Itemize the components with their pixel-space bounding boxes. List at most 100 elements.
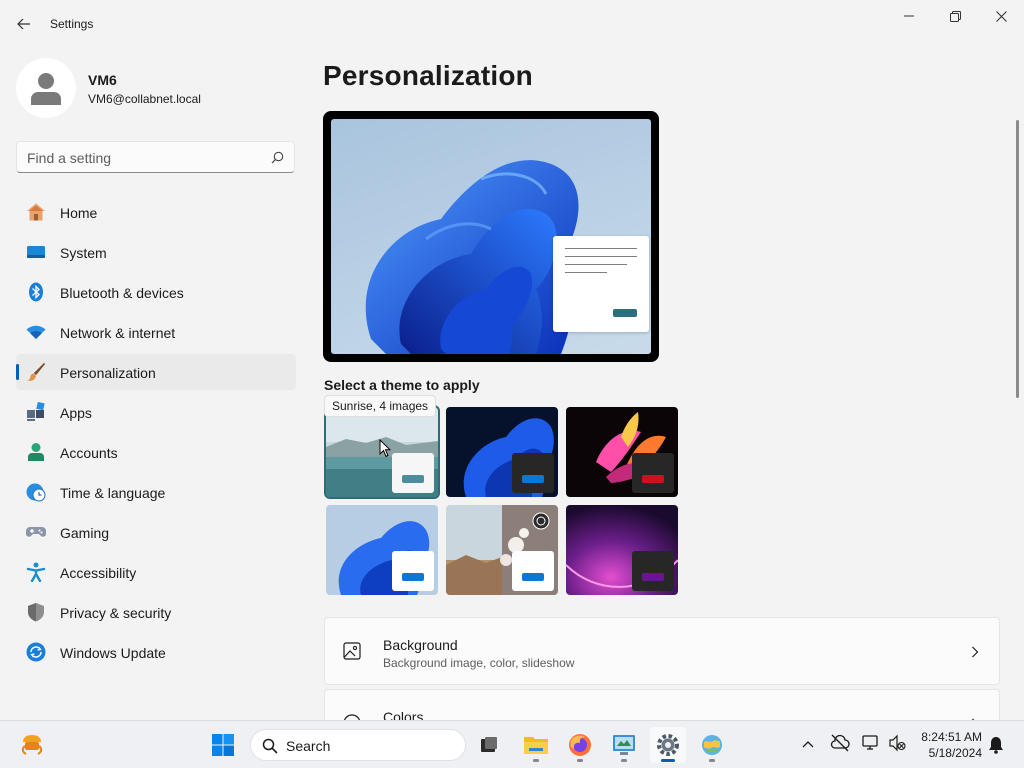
sidebar-item-label: Bluetooth & devices bbox=[60, 285, 184, 301]
theme-windows-dark[interactable] bbox=[446, 407, 558, 497]
sidebar-item-label: System bbox=[60, 245, 107, 261]
preview-accent-button bbox=[613, 309, 637, 317]
theme-preview bbox=[323, 111, 659, 362]
selected-indicator bbox=[16, 364, 19, 380]
sidebar-item-accounts[interactable]: Accounts bbox=[16, 434, 296, 470]
page-title: Personalization bbox=[323, 60, 533, 91]
search-icon bbox=[262, 738, 278, 754]
theme-glow[interactable] bbox=[566, 407, 678, 497]
widgets-icon bbox=[21, 735, 43, 755]
background-setting-card[interactable]: Background Background image, color, slid… bbox=[324, 617, 1000, 685]
back-button[interactable] bbox=[8, 10, 40, 38]
theme-flow[interactable] bbox=[446, 505, 558, 595]
widgets-button[interactable] bbox=[14, 727, 50, 763]
theme-mini-window bbox=[392, 453, 434, 493]
folder-icon bbox=[524, 737, 548, 754]
bluetooth-icon bbox=[29, 282, 43, 302]
accounts-icon bbox=[28, 443, 44, 461]
sidebar-item-home[interactable]: Home bbox=[16, 194, 296, 230]
app-title: Settings bbox=[50, 17, 94, 31]
task-view-button[interactable] bbox=[471, 727, 507, 763]
scrollbar-thumb[interactable] bbox=[1016, 120, 1019, 398]
update-icon bbox=[26, 642, 46, 662]
network-icon[interactable] bbox=[862, 734, 880, 752]
home-icon bbox=[27, 203, 45, 221]
cloud-offline-icon[interactable] bbox=[830, 734, 850, 752]
sidebar-item-label: Home bbox=[60, 205, 98, 221]
taskbar-search-label: Search bbox=[286, 738, 331, 754]
restore-icon bbox=[949, 10, 961, 22]
sidebar-item-personalization[interactable]: Personalization bbox=[16, 354, 296, 390]
shield-icon bbox=[28, 603, 44, 622]
theme-captured-motion[interactable] bbox=[566, 505, 678, 595]
clock-date: 5/18/2024 bbox=[928, 746, 982, 760]
sidebar-item-apps[interactable]: Apps bbox=[16, 394, 296, 430]
profile-name: VM6 bbox=[88, 72, 117, 88]
taskbar-control-panel[interactable] bbox=[606, 727, 642, 763]
gear-icon bbox=[657, 734, 679, 756]
sidebar-nav: Home System Bluetooth & devices Network … bbox=[16, 194, 296, 674]
theme-mini-window bbox=[512, 453, 554, 493]
system-icon bbox=[27, 246, 45, 258]
sidebar-item-time-language[interactable]: Time & language bbox=[16, 474, 296, 510]
apps-icon bbox=[27, 402, 45, 421]
sidebar-item-label: Windows Update bbox=[60, 645, 166, 661]
task-view-icon bbox=[481, 737, 497, 752]
search-icon[interactable] bbox=[271, 151, 284, 164]
clock-time: 8:24:51 AM bbox=[921, 730, 982, 744]
preview-wallpaper bbox=[331, 119, 651, 354]
taskbar-search[interactable]: Search bbox=[250, 729, 466, 761]
sidebar-item-label: Time & language bbox=[60, 485, 166, 501]
theme-section-label: Select a theme to apply bbox=[324, 377, 480, 393]
settings-search-box[interactable] bbox=[16, 141, 295, 173]
start-button[interactable] bbox=[205, 727, 241, 763]
globe-app-icon bbox=[702, 735, 722, 755]
theme-tooltip: Sunrise, 4 images bbox=[324, 395, 437, 417]
card-title: Background bbox=[383, 637, 458, 653]
profile-email: VM6@collabnet.local bbox=[88, 92, 201, 106]
clock-globe-icon bbox=[26, 483, 46, 502]
sidebar-item-label: Apps bbox=[60, 405, 92, 421]
title-bar: Settings bbox=[0, 0, 1024, 48]
control-panel-icon bbox=[613, 735, 635, 755]
sidebar-item-windows-update[interactable]: Windows Update bbox=[16, 634, 296, 670]
card-subtitle: Background image, color, slideshow bbox=[383, 656, 575, 670]
windows-start-icon bbox=[212, 734, 234, 756]
taskbar: Search 8:24:51 AM 5/18/2024 bbox=[0, 720, 1024, 768]
running-indicator bbox=[577, 759, 583, 762]
taskbar-app[interactable] bbox=[694, 727, 730, 763]
taskbar-settings[interactable] bbox=[650, 727, 686, 763]
taskbar-clock[interactable]: 8:24:51 AM 5/18/2024 bbox=[910, 729, 982, 761]
sidebar-item-bluetooth[interactable]: Bluetooth & devices bbox=[16, 274, 296, 310]
running-indicator bbox=[621, 759, 627, 762]
notification-bell-icon[interactable] bbox=[988, 736, 1004, 754]
sidebar-item-label: Accounts bbox=[60, 445, 118, 461]
theme-windows-light[interactable] bbox=[326, 505, 438, 595]
sidebar-item-privacy[interactable]: Privacy & security bbox=[16, 594, 296, 630]
theme-mini-window bbox=[392, 551, 434, 591]
close-button[interactable] bbox=[978, 0, 1024, 32]
sidebar-item-accessibility[interactable]: Accessibility bbox=[16, 554, 296, 590]
close-icon bbox=[995, 10, 1007, 22]
taskbar-file-explorer[interactable] bbox=[518, 727, 554, 763]
mouse-pointer-icon bbox=[379, 439, 391, 458]
paintbrush-icon bbox=[27, 362, 46, 381]
sidebar-item-label: Gaming bbox=[60, 525, 110, 541]
chevron-up-icon[interactable] bbox=[802, 740, 814, 748]
sidebar-item-network[interactable]: Network & internet bbox=[16, 314, 296, 350]
search-input[interactable] bbox=[27, 148, 257, 168]
active-indicator bbox=[661, 759, 675, 762]
avatar bbox=[16, 58, 76, 118]
slideshow-badge-icon bbox=[532, 512, 550, 530]
sidebar-item-system[interactable]: System bbox=[16, 234, 296, 270]
minimize-button[interactable] bbox=[886, 0, 932, 32]
running-indicator bbox=[533, 759, 539, 762]
accessibility-icon bbox=[26, 562, 46, 582]
restore-button[interactable] bbox=[932, 0, 978, 32]
volume-muted-icon[interactable] bbox=[888, 734, 906, 752]
sidebar-item-gaming[interactable]: Gaming bbox=[16, 514, 296, 550]
theme-mini-window bbox=[512, 551, 554, 591]
wifi-icon bbox=[26, 325, 46, 339]
taskbar-firefox[interactable] bbox=[562, 727, 598, 763]
running-indicator bbox=[709, 759, 715, 762]
